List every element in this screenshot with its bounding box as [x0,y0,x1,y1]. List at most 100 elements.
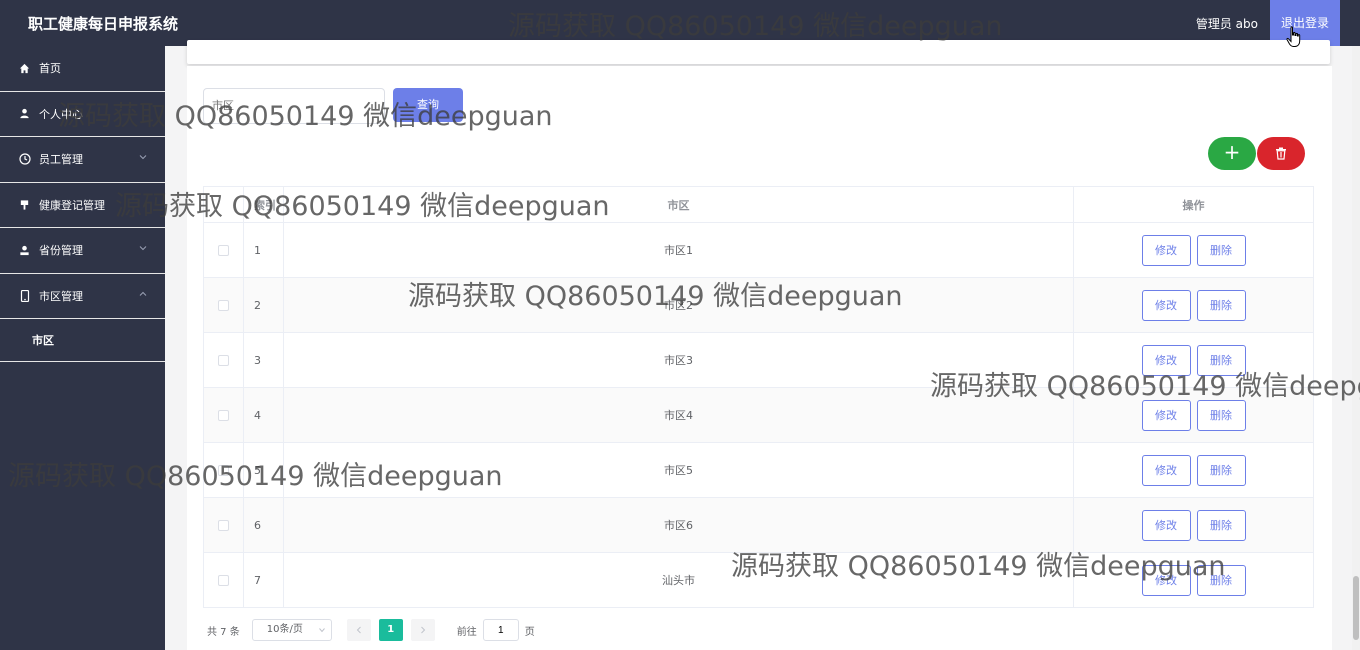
search-button[interactable]: 查询 [393,88,463,122]
row-index: 7 [243,552,284,608]
prev-page-button[interactable] [346,619,371,641]
sidebar-item-label: 健康登记管理 [39,198,105,212]
row-checkbox[interactable] [218,575,229,586]
edit-button[interactable]: 修改 [1141,399,1191,431]
pagination-total: 共 7 条 [207,626,240,638]
sidebar-subitem-city[interactable]: 市区 [0,319,165,362]
table-row: 1 市区1 修改 删除 [203,222,1314,278]
main-content: 查询 + 索引 市区 操作 1 市区1 修改删除 [165,40,1360,650]
row-checkbox-cell [203,387,244,443]
batch-delete-button[interactable] [1257,137,1305,170]
goto-page-input[interactable] [482,619,519,641]
row-city: 市区1 [283,222,1074,278]
add-button[interactable]: + [1208,137,1256,170]
table-row: 5 市区5 修改 删除 [203,442,1314,498]
edit-button[interactable]: 修改 [1141,509,1191,541]
edit-button[interactable]: 修改 [1141,344,1191,376]
home-icon [18,62,31,75]
city-table: 索引 市区 操作 1 市区1 修改 删除 2 市区2 修改 删除 3 市区3 修… [203,186,1314,608]
sidebar: 首页 个人中心 员工管理 健康登记管理 省份管理 市区管理 市区 [0,46,165,650]
row-index: 5 [243,442,284,498]
app-title: 职工健康每日申报系统 [28,15,179,33]
sidebar-item-province[interactable]: 省份管理 [0,228,165,274]
chevron-down-icon [139,155,147,160]
plus-icon: + [1223,140,1241,164]
sidebar-item-health[interactable]: 健康登记管理 [0,183,165,228]
row-index: 3 [243,332,284,388]
header-index: 索引 [243,186,284,223]
sidebar-item-label: 员工管理 [39,153,83,167]
row-checkbox-cell [203,552,244,608]
row-checkbox[interactable] [218,520,229,531]
row-checkbox-cell [203,497,244,553]
admin-label: 管理员 abo [1195,17,1258,31]
table-row: 4 市区4 修改 删除 [203,387,1314,443]
sidebar-item-label: 个人中心 [39,107,83,121]
phone-icon [18,289,31,302]
row-index: 2 [243,277,284,333]
table-row: 6 市区6 修改 删除 [203,497,1314,553]
sidebar-item-employees[interactable]: 员工管理 [0,137,165,183]
clock-icon [18,153,31,166]
sidebar-item-home[interactable]: 首页 [0,46,165,92]
delete-button[interactable]: 删除 [1196,344,1246,376]
delete-button[interactable]: 删除 [1196,399,1246,431]
sidebar-item-label: 省份管理 [39,244,83,258]
page-size-select[interactable]: 10条/页 [251,619,332,641]
header-checkbox-cell [203,186,244,223]
row-checkbox[interactable] [218,245,229,256]
row-city: 市区5 [283,442,1074,498]
row-city: 市区3 [283,332,1074,388]
edit-button[interactable]: 修改 [1141,289,1191,321]
edit-button[interactable]: 修改 [1141,564,1191,596]
sidebar-item-city[interactable]: 市区管理 [0,274,165,319]
row-ops: 修改 删除 [1073,552,1314,608]
row-checkbox-cell [203,222,244,278]
goto-prefix: 前往 [456,626,477,638]
table-header-row: 索引 市区 操作 [203,186,1314,223]
delete-button[interactable]: 删除 [1196,454,1246,486]
next-page-button[interactable] [410,619,435,641]
delete-button[interactable]: 删除 [1196,234,1246,266]
delete-button[interactable]: 删除 [1196,564,1246,596]
row-ops: 修改 删除 [1073,442,1314,498]
row-ops: 修改 删除 [1073,497,1314,553]
row-checkbox-cell [203,442,244,498]
row-city: 市区4 [283,387,1074,443]
goto-suffix: 页 [524,626,535,638]
page-number-current[interactable]: 1 [378,619,403,641]
chevron-left-icon [356,626,361,634]
vertical-scrollbar[interactable] [1352,46,1360,650]
delete-button[interactable]: 删除 [1196,289,1246,321]
row-index: 4 [243,387,284,443]
table-row: 7 汕头市 修改 删除 [203,552,1314,608]
breadcrumb [187,40,1330,64]
edit-button[interactable]: 修改 [1141,454,1191,486]
chevron-right-icon [420,626,425,634]
scrollbar-thumb[interactable] [1353,576,1359,640]
row-checkbox-cell [203,332,244,388]
user-icon [18,107,31,120]
edit-button[interactable]: 修改 [1141,234,1191,266]
sidebar-item-profile[interactable]: 个人中心 [0,92,165,137]
row-checkbox[interactable] [218,465,229,476]
sidebar-item-label: 市区管理 [39,289,83,303]
row-city: 市区2 [283,277,1074,333]
row-ops: 修改 删除 [1073,332,1314,388]
hand-cursor-icon [1286,26,1301,47]
row-checkbox[interactable] [218,410,229,421]
row-checkbox[interactable] [218,300,229,311]
delete-button[interactable]: 删除 [1196,509,1246,541]
person-icon [18,244,31,257]
sidebar-item-label: 首页 [39,62,61,76]
row-index: 6 [243,497,284,553]
row-ops: 修改 删除 [1073,387,1314,443]
row-checkbox[interactable] [218,355,229,366]
chevron-down-icon [139,246,147,251]
table-row: 3 市区3 修改 删除 [203,332,1314,388]
page-size-value: 10条/页 [266,624,303,635]
row-city: 市区6 [283,497,1074,553]
pagination: 共 7 条 10条/页 1 前往 页 [207,619,535,641]
search-input[interactable] [203,88,385,124]
row-ops: 修改 删除 [1073,277,1314,333]
